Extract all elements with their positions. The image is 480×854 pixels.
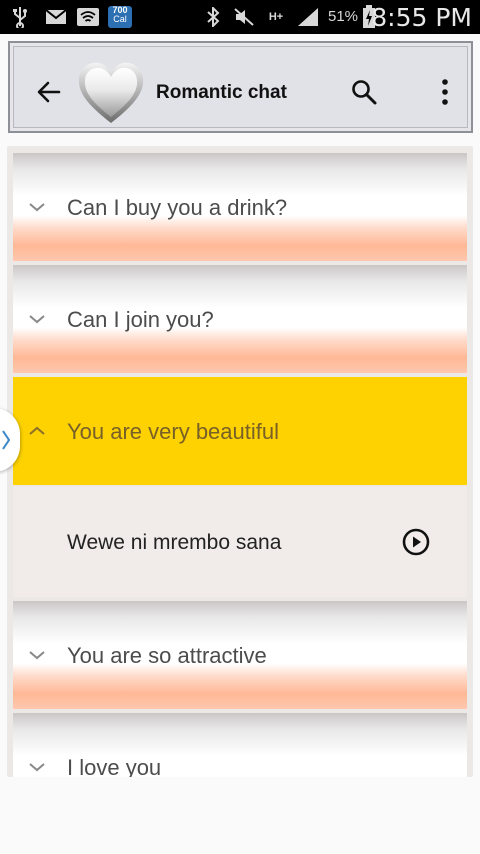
translation-text: Wewe ni mrembo sana	[67, 531, 282, 554]
chevron-down-icon	[29, 315, 45, 324]
phrase-row[interactable]: I love you	[13, 713, 467, 777]
phrase-label: Can I buy you a drink?	[67, 195, 288, 220]
email-icon	[44, 0, 68, 34]
phrase-row[interactable]: You are so attractive	[13, 601, 467, 709]
chevron-up-icon	[29, 426, 45, 435]
app-title: Romantic chat	[156, 82, 287, 103]
chevron-right-icon	[2, 430, 11, 450]
play-audio-icon[interactable]	[401, 527, 431, 557]
phrase-row[interactable]: Can I join you?	[13, 265, 467, 373]
more-vert-icon[interactable]	[440, 77, 450, 107]
app-bar-panel: Romantic chat	[13, 46, 468, 128]
search-icon[interactable]	[350, 78, 378, 106]
chevron-down-icon	[29, 763, 45, 772]
phrase-row[interactable]: Can I buy you a drink?	[13, 153, 467, 261]
heart-logo-icon	[76, 57, 146, 127]
phrase-label: You are so attractive	[67, 643, 267, 668]
network-type-icon: H+	[268, 11, 284, 23]
phrase-label: I love you	[67, 755, 162, 777]
phrase-row-expanded[interactable]: You are very beautiful	[13, 377, 467, 485]
badge-bottom-text: Cal	[113, 14, 127, 24]
translation-panel: Wewe ni mrembo sana	[13, 487, 467, 597]
chevron-down-icon	[29, 651, 45, 660]
battery-percent: 51%	[328, 8, 359, 25]
bluetooth-icon	[204, 0, 222, 34]
app-bar: Romantic chat	[8, 41, 473, 133]
back-arrow-icon[interactable]	[36, 79, 62, 105]
status-bar: 700 Cal H+ 51% 8:55 PM	[0, 0, 480, 34]
phrase-label: Can I join you?	[67, 307, 214, 332]
wifi-icon	[76, 0, 100, 34]
clock: 8:55 PM	[371, 3, 472, 32]
calendar-badge-icon: 700 Cal	[106, 0, 134, 34]
mute-icon	[232, 0, 256, 34]
phrase-list: Can I buy you a drink? Can I join you? Y…	[7, 146, 473, 777]
chevron-down-icon	[29, 203, 45, 212]
phrase-label: You are very beautiful	[67, 419, 279, 444]
usb-icon	[10, 0, 30, 34]
signal-icon	[296, 0, 320, 34]
